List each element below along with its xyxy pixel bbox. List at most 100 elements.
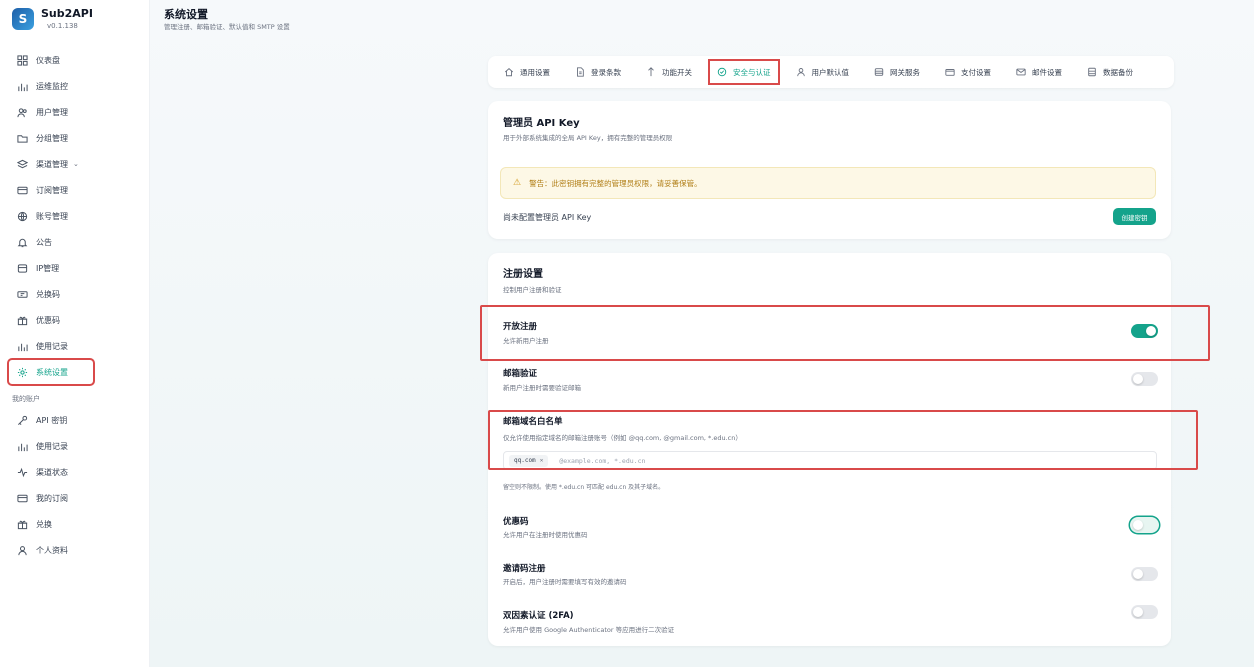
sidebar-item-my-subscriptions[interactable]: 我的订阅: [8, 485, 144, 511]
sidebar-item-channels[interactable]: 渠道管理 ⌄: [8, 151, 144, 177]
sidebar-item-ops-monitor[interactable]: 运维监控: [8, 73, 144, 99]
sidebar-item-announcements[interactable]: 公告: [8, 229, 144, 255]
warning-text: 警告：此密钥拥有完整的管理员权限，请妥善保管。: [529, 178, 702, 188]
sidebar-item-label: 使用记录: [36, 341, 68, 351]
warning-banner: ⚠ 警告：此密钥拥有完整的管理员权限，请妥善保管。: [500, 167, 1156, 199]
sidebar-item-label: 兑换: [36, 519, 52, 529]
tab-label: 用户默认值: [811, 67, 850, 77]
sidebar-item-redeem[interactable]: 兑换: [8, 511, 144, 537]
invite-registration-toggle[interactable]: [1131, 567, 1158, 581]
sidebar-item-redeem-codes[interactable]: 兑换码: [8, 281, 144, 307]
sidebar-item-promo-codes[interactable]: 优惠码: [8, 307, 144, 333]
chevron-down-icon: ⌄: [73, 160, 79, 168]
two-factor-title: 双因素认证 (2FA): [503, 611, 574, 621]
tab-gateway[interactable]: 网关服务: [866, 60, 928, 84]
page-title: 系统设置: [164, 8, 208, 21]
sidebar-item-label: IP管理: [36, 263, 60, 273]
domain-whitelist-desc: 仅允许使用指定域名的邮箱注册账号（例如 @qq.com, @gmail.com,…: [503, 434, 742, 442]
sidebar-item-label: 使用记录: [36, 441, 68, 451]
open-registration-title: 开放注册: [503, 322, 538, 332]
tab-label: 功能开关: [662, 67, 692, 77]
sidebar-item-my-usage[interactable]: 使用记录: [8, 433, 144, 459]
invite-registration-title: 邀请码注册: [503, 564, 546, 574]
ticket-icon: [16, 288, 28, 300]
toggle-knob: [1133, 374, 1143, 384]
domain-entry-field[interactable]: [559, 456, 860, 465]
settings-tabs: 通用设置 登录条款 功能开关 安全与认证 用户默认值 网关服务 支付设置 邮件设…: [488, 56, 1174, 88]
layers-icon: [16, 158, 28, 170]
sidebar-item-label: 渠道管理: [36, 159, 68, 169]
admin-api-key-card: 管理员 API Key 用于外部系统集成的全局 API Key，拥有完整的管理员…: [488, 101, 1171, 239]
sidebar-item-subscriptions[interactable]: 订阅管理: [8, 177, 144, 203]
sidebar-item-label: API 密钥: [36, 415, 68, 425]
promo-code-desc: 允许用户在注册时使用优惠码: [503, 531, 588, 539]
card-icon: [16, 184, 28, 196]
sidebar-item-system-settings[interactable]: 系统设置: [7, 358, 95, 386]
tab-security-auth[interactable]: 安全与认证: [708, 59, 780, 85]
key-icon: [16, 414, 28, 426]
close-icon[interactable]: ✕: [540, 457, 544, 464]
sidebar-item-label: 账号管理: [36, 211, 68, 221]
sidebar-item-profile[interactable]: 个人资料: [8, 537, 144, 563]
tab-payment[interactable]: 支付设置: [937, 60, 999, 84]
sub2api-logo-icon: S: [12, 8, 34, 30]
sidebar-item-channel-status[interactable]: 渠道状态: [8, 459, 144, 485]
domain-whitelist-input[interactable]: qq.com ✕: [503, 451, 1157, 470]
tab-email[interactable]: 邮件设置: [1008, 60, 1070, 84]
chart-icon: [16, 80, 28, 92]
card-subtitle: 用于外部系统集成的全局 API Key，拥有完整的管理员权限: [503, 134, 673, 142]
registration-settings-card: 注册设置 控制用户注册和验证 开放注册 允许新用户注册 邮箱验证 新用户注册时需…: [488, 253, 1171, 646]
users-icon: [16, 106, 28, 118]
gift-icon: [16, 518, 28, 530]
toggle-knob: [1146, 326, 1156, 336]
tab-login-terms[interactable]: 登录条款: [567, 60, 629, 84]
wallet-icon: [945, 67, 955, 77]
gift-icon: [16, 314, 28, 326]
tab-label: 通用设置: [520, 67, 550, 77]
sidebar-item-groups[interactable]: 分组管理: [8, 125, 144, 151]
email-verification-toggle[interactable]: [1131, 372, 1158, 386]
open-registration-toggle[interactable]: [1131, 324, 1158, 338]
server-icon: [16, 262, 28, 274]
sidebar-item-label: 分组管理: [36, 133, 68, 143]
page-subtitle: 管理注册、邮箱验证、默认值和 SMTP 设置: [164, 23, 290, 31]
sidebar-nav: 仪表盘 运维监控 用户管理 分组管理 渠道管理 ⌄ 订阅管理 账号管理 公告 I…: [7, 47, 144, 563]
tab-label: 邮件设置: [1032, 67, 1062, 77]
invite-registration-desc: 开启后，用户注册时需要填写有效的邀请码: [503, 578, 627, 586]
sidebar-item-ip-management[interactable]: IP管理: [8, 255, 144, 281]
globe-icon: [16, 210, 28, 222]
tab-label: 支付设置: [961, 67, 991, 77]
two-factor-toggle[interactable]: [1131, 605, 1158, 619]
tab-general[interactable]: 通用设置: [496, 60, 558, 84]
folder-icon: [16, 132, 28, 144]
sidebar-item-users[interactable]: 用户管理: [8, 99, 144, 125]
brand[interactable]: S Sub2API v0.1.138: [12, 6, 93, 32]
promo-code-title: 优惠码: [503, 517, 529, 527]
card-icon: [16, 492, 28, 504]
sidebar-item-api-keys[interactable]: API 密钥: [8, 407, 144, 433]
sidebar-item-label: 仪表盘: [36, 55, 60, 65]
app-version: v0.1.138: [47, 22, 78, 30]
tab-backup[interactable]: 数据备份: [1079, 60, 1141, 84]
tab-label: 登录条款: [591, 67, 621, 77]
sidebar-item-label: 兑换码: [36, 289, 60, 299]
sidebar-item-accounts[interactable]: 账号管理: [8, 203, 144, 229]
tab-feature-toggles[interactable]: 功能开关: [638, 60, 700, 84]
domain-whitelist-hint: 留空则不限制。使用 *.edu.cn 可匹配 edu.cn 及其子域名。: [503, 484, 665, 491]
create-key-button[interactable]: 创建密钥: [1113, 208, 1156, 225]
sidebar-section-my-account: 我的账户: [12, 395, 40, 403]
promo-code-toggle[interactable]: [1130, 517, 1159, 533]
sidebar-item-label: 运维监控: [36, 81, 68, 91]
sidebar-item-label: 我的订阅: [36, 493, 68, 503]
user-icon: [16, 544, 28, 556]
sidebar-item-label: 优惠码: [36, 315, 60, 325]
pulse-icon: [16, 466, 28, 478]
chart-icon: [16, 340, 28, 352]
toggle-knob: [1133, 520, 1143, 530]
bell-icon: [16, 236, 28, 248]
tab-user-defaults[interactable]: 用户默认值: [788, 60, 858, 84]
sidebar-item-usage-records[interactable]: 使用记录: [8, 333, 144, 359]
sidebar-item-dashboard[interactable]: 仪表盘: [8, 47, 144, 73]
home-icon: [504, 67, 514, 77]
sidebar-item-label: 公告: [36, 237, 52, 247]
